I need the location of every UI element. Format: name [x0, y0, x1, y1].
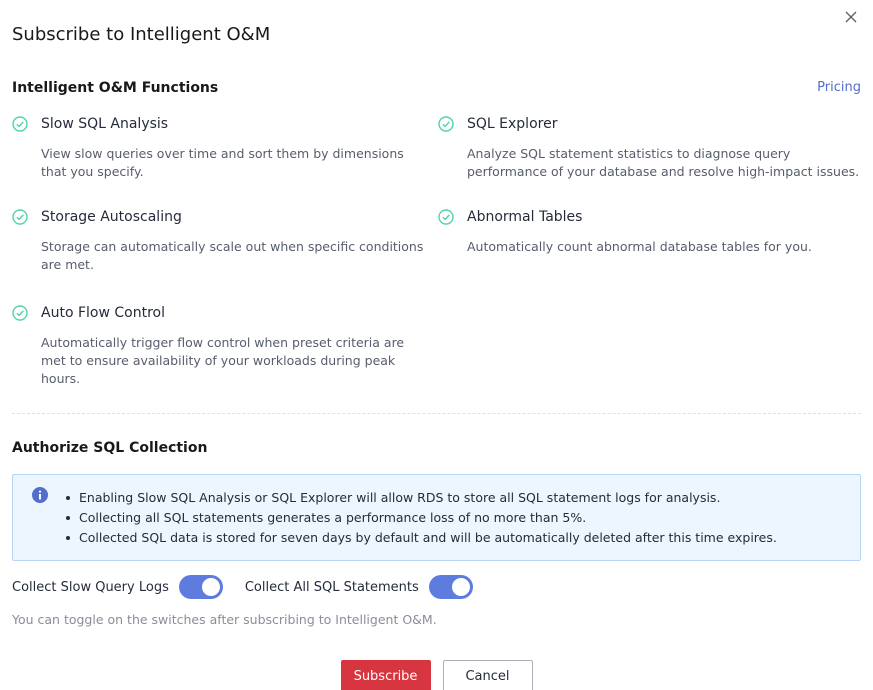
- notice-item: Collected SQL data is stored for seven d…: [65, 528, 777, 548]
- info-notice: Enabling Slow SQL Analysis or SQL Explor…: [12, 474, 861, 561]
- check-circle-icon: [438, 209, 454, 225]
- feature-name: Abnormal Tables: [467, 209, 583, 225]
- feature-sql-explorer: SQL Explorer Analyze SQL statement stati…: [438, 114, 868, 181]
- feature-name: Slow SQL Analysis: [41, 116, 169, 132]
- all-sql-statements-label: Collect All SQL Statements: [244, 579, 419, 595]
- all-sql-statements-switch[interactable]: [428, 575, 473, 599]
- dialog-footer: Subscribe Cancel: [0, 660, 873, 690]
- switch-knob: [451, 578, 470, 596]
- feature-description: Automatically count abnormal database ta…: [467, 239, 812, 254]
- feature-name: Storage Autoscaling: [41, 209, 182, 225]
- close-icon[interactable]: [843, 9, 859, 25]
- check-circle-icon: [438, 116, 454, 132]
- collection-toggles: Collect Slow Query Logs Collect All SQL …: [12, 575, 495, 599]
- cancel-button[interactable]: Cancel: [442, 660, 533, 690]
- pricing-link[interactable]: Pricing: [817, 80, 861, 95]
- subscribe-dialog: Subscribe to Intelligent O&M Intelligent…: [0, 0, 873, 690]
- switch-knob: [201, 578, 220, 596]
- authorize-heading: Authorize SQL Collection: [12, 440, 208, 456]
- notice-item: Collecting all SQL statements generates …: [65, 508, 777, 528]
- feature-slow-sql-analysis: Slow SQL Analysis View slow queries over…: [12, 114, 432, 181]
- slow-query-logs-switch[interactable]: [178, 575, 223, 599]
- check-circle-icon: [12, 209, 28, 225]
- info-icon: [32, 487, 48, 503]
- slow-query-logs-label: Collect Slow Query Logs: [12, 579, 169, 595]
- check-circle-icon: [12, 305, 28, 321]
- feature-name: Auto Flow Control: [41, 305, 165, 321]
- notice-item: Enabling Slow SQL Analysis or SQL Explor…: [65, 488, 777, 508]
- dialog-title: Subscribe to Intelligent O&M: [12, 24, 271, 45]
- check-circle-icon: [12, 116, 28, 132]
- section-divider: [12, 413, 861, 414]
- feature-description: Automatically trigger flow control when …: [41, 335, 405, 386]
- feature-description: View slow queries over time and sort the…: [41, 146, 404, 179]
- feature-description: Analyze SQL statement statistics to diag…: [467, 146, 860, 179]
- feature-auto-flow-control: Auto Flow Control Automatically trigger …: [12, 303, 432, 388]
- functions-heading: Intelligent O&M Functions: [12, 80, 219, 96]
- feature-storage-autoscaling: Storage Autoscaling Storage can automati…: [12, 207, 432, 274]
- feature-description: Storage can automatically scale out when…: [41, 239, 424, 272]
- feature-name: SQL Explorer: [467, 116, 558, 132]
- notice-list: Enabling Slow SQL Analysis or SQL Explor…: [65, 488, 777, 548]
- subscribe-button[interactable]: Subscribe: [340, 660, 431, 690]
- toggle-hint: You can toggle on the switches after sub…: [12, 612, 437, 627]
- feature-abnormal-tables: Abnormal Tables Automatically count abno…: [438, 207, 868, 256]
